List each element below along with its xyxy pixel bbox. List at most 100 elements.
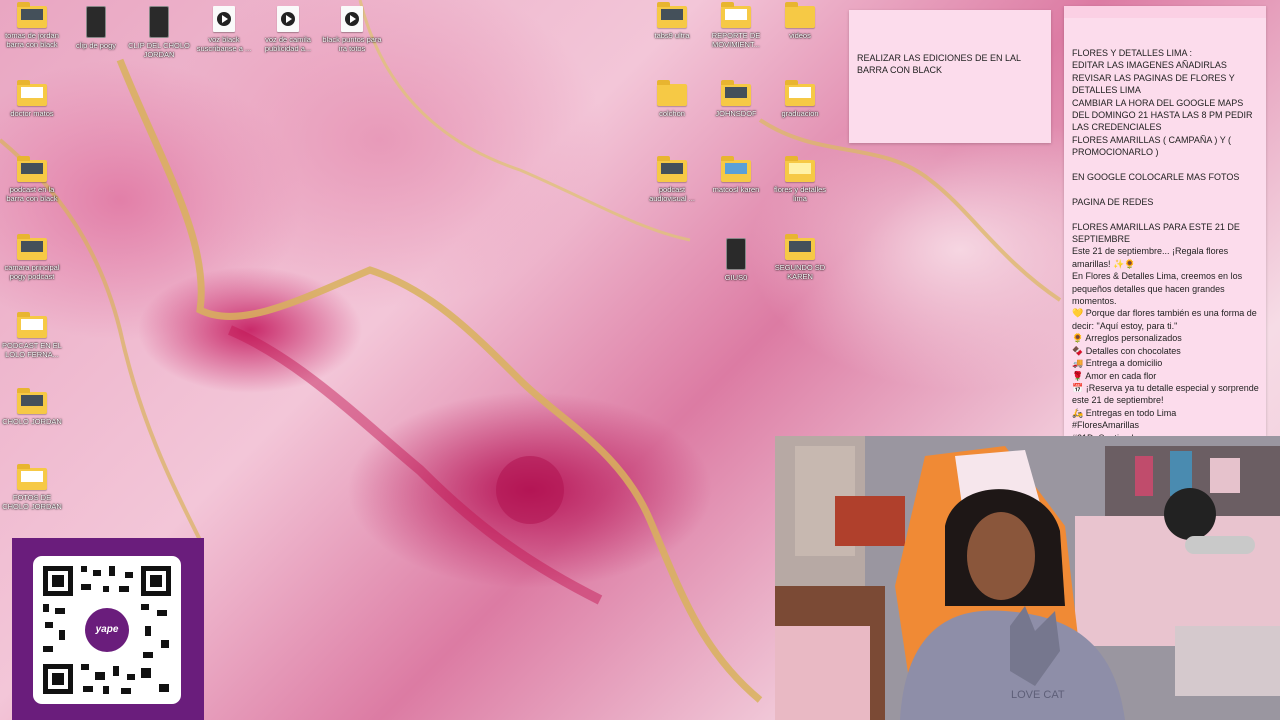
desktop-icon[interactable]: tabs9 ultra [640, 2, 704, 40]
desktop-icon[interactable]: flores y detalles lima [768, 156, 832, 203]
desktop-icon-label[interactable]: GIUS0 [704, 273, 768, 282]
desktop-icon[interactable]: PODCAST EN EL LOLO FERNA... [0, 312, 64, 359]
desktop-icon-label[interactable]: tomas de jordan barra con black [0, 31, 64, 49]
desktop-icon[interactable]: graduacion [768, 80, 832, 118]
sticky-note-line[interactable]: REVISAR LAS PAGINAS DE FLORES Y DETALLES… [1072, 72, 1260, 97]
desktop-icon[interactable]: videos [768, 2, 832, 40]
sticky-note-line[interactable]: 🚚 Entrega a domicilio [1072, 357, 1260, 369]
sticky-note-body[interactable]: FLORES Y DETALLES LIMA : EDITAR LAS IMAGE… [1072, 47, 1260, 436]
desktop-icon[interactable]: CLIP DEL CHOLO JORDAN [127, 6, 191, 59]
desktop-icon[interactable]: JOHNSDOF [704, 80, 768, 118]
folder-icon[interactable] [721, 156, 751, 182]
sticky-note-line[interactable]: 💛 Porque dar flores también es una forma… [1072, 307, 1260, 332]
sticky-note-line[interactable]: EN GOOGLE COLOCARLE MAS FOTOS [1072, 171, 1260, 183]
desktop-icon[interactable]: CHOLO JORDAN [0, 388, 64, 426]
desktop-icon-label[interactable]: colchon [640, 109, 704, 118]
video-file-icon[interactable] [341, 6, 363, 32]
folder-icon[interactable] [657, 2, 687, 28]
sticky-note-editions[interactable]: REALIZAR LAS EDICIONES DE EN LAL BARRA C… [849, 10, 1051, 143]
desktop-icon[interactable]: black puntos para ira totos [320, 6, 384, 53]
desktop-icon-label[interactable]: voz de camila publicidad a... [256, 35, 320, 53]
desktop-icon-label[interactable]: tabs9 ultra [640, 31, 704, 40]
desktop-icon[interactable]: doctor matos [0, 80, 64, 118]
folder-icon[interactable] [785, 2, 815, 28]
desktop-icon[interactable]: FOTOS DE CHOLO JORDAN [0, 464, 64, 511]
desktop-icon[interactable]: podcast en la barra con black [0, 156, 64, 203]
desktop-icon-label[interactable]: podcast audiovisual ... [640, 185, 704, 203]
desktop-icon-label[interactable]: doctor matos [0, 109, 64, 118]
desktop-icon[interactable]: tomas de jordan barra con black [0, 2, 64, 49]
desktop-icon-label[interactable]: flores y detalles lima [768, 185, 832, 203]
sticky-note-line[interactable]: EDITAR LAS IMAGENES AÑADIRLAS [1072, 59, 1260, 71]
folder-icon[interactable] [785, 156, 815, 182]
sticky-note-text[interactable]: REALIZAR LAS EDICIONES DE EN LAL BARRA C… [857, 52, 1045, 77]
sticky-note-line[interactable]: 📅 ¡Reserva ya tu detalle especial y sorp… [1072, 382, 1260, 407]
folder-icon[interactable] [17, 312, 47, 338]
desktop-icon[interactable]: SEGUNDO SD KAREN [768, 234, 832, 281]
desktop-icon[interactable]: camara principal pogy podcast [0, 234, 64, 281]
video-file-icon[interactable] [277, 6, 299, 32]
desktop-icon-label[interactable]: SEGUNDO SD KAREN [768, 263, 832, 281]
desktop-icon-label[interactable]: voz black suscribanse a ... [192, 35, 256, 53]
sticky-note-line[interactable]: FLORES AMARILLAS ( CAMPAÑA ) Y ( PROMOCI… [1072, 134, 1260, 159]
folder-icon[interactable] [17, 2, 47, 28]
desktop-icon-label[interactable]: REPORTE DE MOVIMIENT... [704, 31, 768, 49]
folder-icon[interactable] [17, 464, 47, 490]
sticky-note-line[interactable] [1072, 208, 1260, 220]
sticky-note-line[interactable]: 🍫 Detalles con chocolates [1072, 345, 1260, 357]
desktop-icon[interactable]: podcast audiovisual ... [640, 156, 704, 203]
sticky-note-line[interactable] [1072, 159, 1260, 171]
desktop-icon[interactable]: matcosl karen [704, 156, 768, 194]
desktop-icon-label[interactable]: CHOLO JORDAN [0, 417, 64, 426]
video-thumbnail-icon[interactable] [726, 238, 746, 270]
desktop-icon[interactable]: colchon [640, 80, 704, 118]
folder-icon[interactable] [721, 2, 751, 28]
sticky-note-line[interactable]: 🛵 Entregas en todo Lima [1072, 407, 1260, 419]
sticky-note-line[interactable]: CAMBIAR LA HORA DEL GOOGLE MAPS DEL DOMI… [1072, 97, 1260, 134]
sticky-note-line[interactable]: 🌻 Arreglos personalizados [1072, 332, 1260, 344]
desktop-icon-label[interactable]: PODCAST EN EL LOLO FERNA... [0, 341, 64, 359]
video-thumbnail-icon[interactable] [86, 6, 106, 38]
desktop-icon-label[interactable]: clip de pogy [64, 41, 128, 50]
sticky-note-line[interactable]: #FloresAmarillas [1072, 419, 1260, 431]
desktop-icon-label[interactable]: camara principal pogy podcast [0, 263, 64, 281]
desktop-icon-label[interactable]: FOTOS DE CHOLO JORDAN [0, 493, 64, 511]
sticky-note-line[interactable]: PAGINA DE REDES [1072, 196, 1260, 208]
folder-icon[interactable] [17, 156, 47, 182]
sticky-note-line[interactable]: Este 21 de septiembre... ¡Regala flores … [1072, 245, 1260, 270]
sticky-note-line[interactable]: FLORES AMARILLAS PARA ESTE 21 DE SEPTIEM… [1072, 221, 1260, 246]
sticky-note-line[interactable]: 🌹 Amor en cada flor [1072, 370, 1260, 382]
desktop-icon-label[interactable]: matcosl karen [704, 185, 768, 194]
sticky-note-line[interactable]: En Flores & Detalles Lima, creemos en lo… [1072, 270, 1260, 307]
folder-icon[interactable] [785, 234, 815, 260]
folder-icon[interactable] [657, 156, 687, 182]
desktop-icon-label[interactable]: podcast en la barra con black [0, 185, 64, 203]
folder-icon[interactable] [17, 388, 47, 414]
desktop-icon[interactable]: REPORTE DE MOVIMIENT... [704, 2, 768, 49]
sticky-note-line[interactable] [1072, 183, 1260, 195]
desktop-icon[interactable]: voz black suscribanse a ... [192, 6, 256, 53]
desktop-icon[interactable]: clip de pogy [64, 6, 128, 50]
folder-icon[interactable] [17, 234, 47, 260]
folder-icon[interactable] [17, 80, 47, 106]
video-file-icon[interactable] [213, 6, 235, 32]
desktop-icon-label[interactable]: graduacion [768, 109, 832, 118]
yape-qr-overlay: yape [12, 538, 204, 720]
folder-icon[interactable] [721, 80, 751, 106]
video-thumbnail-icon[interactable] [149, 6, 169, 38]
webcam-scene: LOVE CAT [775, 436, 1280, 720]
desktop-icon-label[interactable]: JOHNSDOF [704, 109, 768, 118]
sticky-note-line[interactable]: FLORES Y DETALLES LIMA : [1072, 47, 1260, 59]
desktop-icon-label[interactable]: CLIP DEL CHOLO JORDAN [127, 41, 191, 59]
desktop-icon[interactable]: GIUS0 [704, 238, 768, 282]
sticky-note-flores-lima[interactable]: FLORES Y DETALLES LIMA : EDITAR LAS IMAGE… [1064, 6, 1266, 436]
shirt-print-text: LOVE CAT [1011, 689, 1065, 701]
yape-logo: yape [85, 608, 129, 652]
sticky-note-title-bar[interactable] [1064, 6, 1266, 18]
desktop-icon[interactable]: voz de camila publicidad a... [256, 6, 320, 53]
desktop-icon-label[interactable]: black puntos para ira totos [320, 35, 384, 53]
folder-icon[interactable] [785, 80, 815, 106]
desktop-icon-label[interactable]: videos [768, 31, 832, 40]
qr-code: yape [33, 556, 181, 704]
folder-icon[interactable] [657, 80, 687, 106]
